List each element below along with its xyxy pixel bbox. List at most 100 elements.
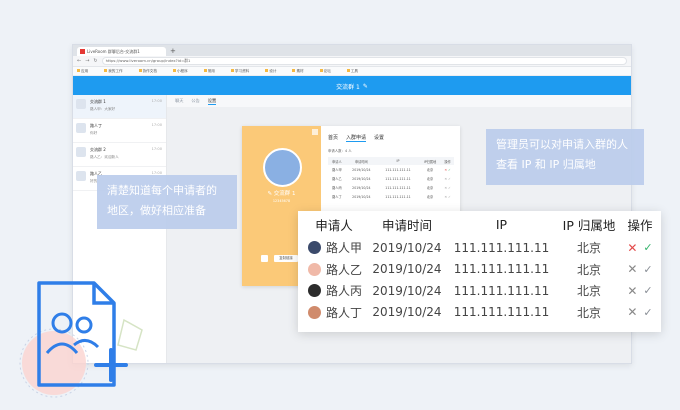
mini-request-table: 申请人 申请时间 IP IP归属地 操作 路人甲 2019/10/24 111.111.11… bbox=[328, 157, 454, 201]
accept-icon[interactable]: ✓ bbox=[448, 177, 451, 181]
mini-date: 2019/10/24 bbox=[352, 194, 371, 199]
accept-icon[interactable]: ✓ bbox=[448, 195, 451, 199]
tab-bar: LiveRoom 群聊后台-交流群1 + bbox=[73, 45, 631, 56]
mini-actions: ✕ ✓ bbox=[441, 174, 454, 183]
bookmark-item[interactable]: 协作文档 bbox=[138, 68, 165, 74]
mini-region: 北京 bbox=[426, 195, 434, 199]
chat-time: 17:00 bbox=[151, 147, 162, 151]
share-icon[interactable] bbox=[261, 255, 268, 262]
accept-icon[interactable]: ✓ bbox=[448, 186, 451, 190]
reject-icon[interactable]: ✕ bbox=[444, 186, 447, 190]
mini-header-cell: IP bbox=[377, 157, 419, 165]
reject-icon[interactable]: ✕ bbox=[627, 262, 637, 276]
bookmark-item[interactable]: 论坛 bbox=[319, 68, 339, 74]
reject-icon[interactable]: ✕ bbox=[627, 284, 637, 298]
reject-icon[interactable]: ✕ bbox=[444, 168, 447, 172]
bookmark-label: 常用 bbox=[207, 68, 215, 73]
bookmark-item[interactable]: 常用 bbox=[203, 68, 223, 74]
bookmark-item[interactable]: 工具 bbox=[346, 68, 366, 74]
avatar bbox=[308, 262, 321, 276]
accept-icon[interactable]: ✓ bbox=[643, 306, 652, 319]
table-row: 路人丙 2019/10/24 111.111.111.11 北京 ✕ ✓ bbox=[298, 280, 661, 302]
applicant-cell: 路人丁 bbox=[298, 304, 370, 321]
tab-title: LiveRoom 群聊后台-交流群1 bbox=[87, 48, 140, 54]
table-row: 路人丁 2019/10/24 111.111.111.11 北京 ✕ ✓ bbox=[298, 302, 661, 324]
bookmark-item[interactable]: 小程序 bbox=[172, 68, 196, 74]
apply-time: 2019/10/24 bbox=[372, 283, 442, 298]
apply-time: 2019/10/24 bbox=[372, 240, 442, 255]
accept-icon[interactable]: ✓ bbox=[643, 263, 652, 276]
mini-table-row: 路人乙 2019/10/24 111.111.111.11 北京 ✕ ✓ bbox=[328, 174, 454, 183]
ip-address: 111.111.111.11 bbox=[453, 262, 550, 277]
reject-icon[interactable]: ✕ bbox=[444, 177, 447, 181]
card-tab-home[interactable]: 首页 bbox=[328, 134, 338, 142]
folder-icon bbox=[77, 68, 80, 72]
bookmark-item[interactable]: 素材 bbox=[292, 68, 311, 74]
qr-icon[interactable] bbox=[312, 129, 318, 135]
applicant-name: 路人甲 bbox=[326, 241, 363, 256]
mini-actions: ✕ ✓ bbox=[441, 192, 454, 201]
bookmark-item[interactable]: 应用 bbox=[77, 68, 96, 74]
accept-icon[interactable]: ✓ bbox=[643, 241, 652, 254]
reject-icon[interactable]: ✕ bbox=[627, 305, 637, 319]
pencil-icon[interactable]: ✎ bbox=[363, 83, 368, 90]
mini-header-cell: IP归属地 bbox=[418, 157, 442, 165]
applicant-cell: 路人甲 bbox=[298, 239, 370, 256]
tab-notice[interactable]: 公告 bbox=[191, 98, 199, 104]
mini-table-row: 路人丁 2019/10/24 111.111.111.11 北京 ✕ ✓ bbox=[328, 192, 454, 201]
folder-icon bbox=[203, 68, 207, 72]
bookmark-label: 协作文档 bbox=[142, 68, 157, 73]
reject-icon[interactable]: ✕ bbox=[627, 241, 637, 255]
new-tab-button[interactable]: + bbox=[170, 47, 176, 55]
folder-icon bbox=[265, 68, 269, 72]
chat-name: 路人丁 bbox=[90, 123, 102, 128]
bookmark-item[interactable]: 学习资料 bbox=[230, 68, 257, 74]
back-icon[interactable]: ← bbox=[77, 58, 81, 64]
table-body: 路人甲 2019/10/24 111.111.111.11 北京 ✕ ✓ 路人乙 2019/1… bbox=[298, 237, 661, 323]
group-avatar bbox=[263, 148, 302, 187]
copy-link-button[interactable]: 复制链接 bbox=[274, 255, 298, 262]
chat-snippet: 你好 bbox=[90, 131, 98, 135]
chat-list-item[interactable]: 交流群 1 路人甲：大家好 17:00 bbox=[73, 95, 166, 119]
chat-list-item[interactable]: 路人丁 你好 17:00 bbox=[73, 119, 166, 143]
chat-list-item[interactable]: 交流群 2 路人乙：欢迎新人 17:00 bbox=[73, 143, 166, 167]
chat-snippet: 路人甲：大家好 bbox=[90, 107, 116, 111]
bookmark-label: 工具 bbox=[350, 68, 359, 73]
mini-region: 北京 bbox=[426, 168, 434, 172]
ip-address: 111.111.111.11 bbox=[453, 283, 550, 298]
reject-icon[interactable]: ✕ bbox=[444, 195, 447, 199]
applicant-name: 路人乙 bbox=[326, 262, 363, 277]
reload-icon[interactable]: ↻ bbox=[93, 58, 97, 64]
table-row: 路人甲 2019/10/24 111.111.111.11 北京 ✕ ✓ bbox=[298, 237, 661, 259]
sub-tabs: 聊天 公告 设置 bbox=[167, 95, 631, 107]
accept-icon[interactable]: ✓ bbox=[448, 168, 451, 172]
header-ip: IP bbox=[495, 216, 508, 232]
card-tabs: 首页 入群申请 设置 bbox=[328, 134, 454, 142]
mini-date: 2019/10/24 bbox=[352, 167, 371, 172]
bookmark-item[interactable]: 我的工作 bbox=[104, 68, 130, 74]
accept-icon[interactable]: ✓ bbox=[643, 284, 652, 297]
apply-time: 2019/10/24 bbox=[372, 262, 442, 277]
mini-header-cell: 操作 bbox=[441, 157, 454, 165]
mini-region: 北京 bbox=[426, 186, 434, 190]
browser-tab[interactable]: LiveRoom 群聊后台-交流群1 bbox=[77, 47, 166, 56]
apply-time: 2019/10/24 bbox=[372, 305, 442, 320]
tab-settings[interactable]: 设置 bbox=[207, 98, 217, 105]
bookmark-label: 小程序 bbox=[176, 68, 188, 73]
mini-table-row: 路人丙 2019/10/24 111.111.111.11 北京 ✕ ✓ bbox=[328, 183, 454, 192]
favicon-icon bbox=[80, 49, 85, 54]
chat-time: 17:00 bbox=[151, 99, 162, 103]
tab-chat[interactable]: 聊天 bbox=[175, 98, 183, 104]
bookmark-item[interactable]: 设计 bbox=[265, 68, 284, 74]
card-tab-settings[interactable]: 设置 bbox=[374, 134, 384, 142]
card-tab-requests[interactable]: 入群申请 bbox=[346, 134, 367, 142]
mini-header-cell: 申请时间 bbox=[345, 157, 377, 165]
forward-icon[interactable]: → bbox=[85, 58, 89, 64]
table-row: 路人乙 2019/10/24 111.111.111.11 北京 ✕ ✓ bbox=[298, 259, 661, 281]
url-input[interactable]: https://www.liveroom.cn/group/index?id=群… bbox=[101, 57, 627, 65]
mini-ip: 111.111.111.11 bbox=[385, 185, 411, 190]
bookmark-label: 应用 bbox=[81, 68, 89, 73]
ip-region: 北京 bbox=[576, 305, 601, 320]
applicant-cell: 路人丙 bbox=[298, 282, 370, 299]
mini-applicant: 路人丁 bbox=[332, 195, 342, 199]
